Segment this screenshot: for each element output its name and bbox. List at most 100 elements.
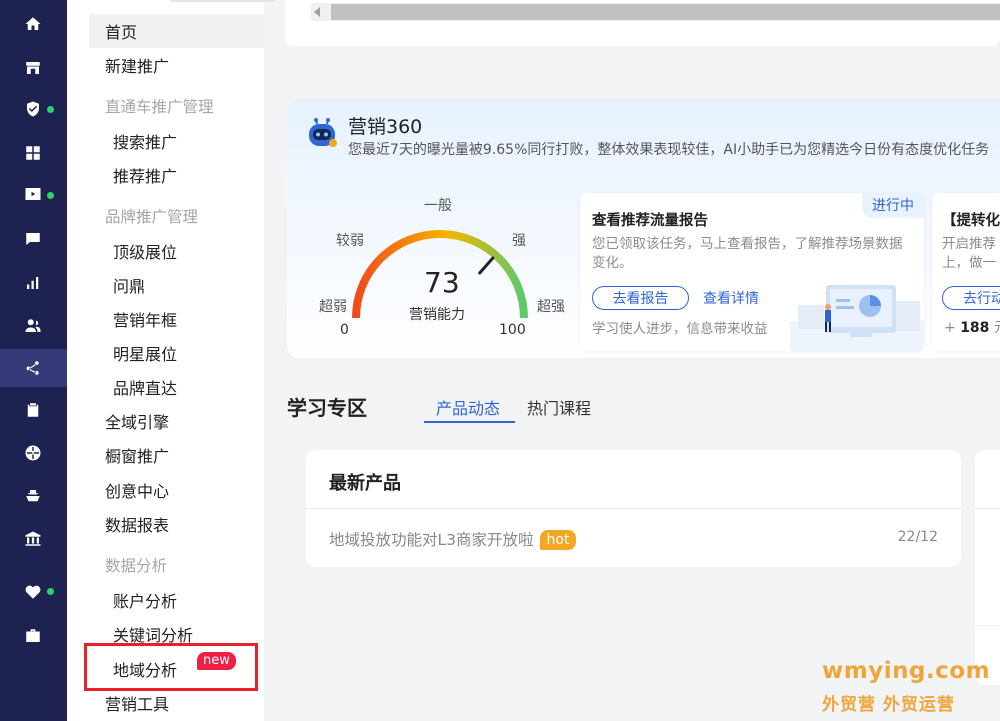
clipboard-icon[interactable] <box>22 399 44 421</box>
status-badge: 进行中 <box>862 193 924 218</box>
gauge-score: 73 <box>424 266 460 299</box>
menu-item-annual-frame[interactable]: 营销年框 <box>89 302 264 336</box>
menu-item-top-display[interactable]: 顶级展位 <box>89 234 264 268</box>
sub-menu: 首页 新建推广 直通车推广管理 搜索推广 推荐推广 品牌推广管理 顶级展位 问鼎… <box>67 0 275 721</box>
menu-top-edge <box>171 0 275 2</box>
robot-assistant-icon <box>309 118 337 147</box>
store-icon[interactable] <box>22 57 44 79</box>
product-news-item[interactable]: 地域投放功能对L3商家开放啦 hot <box>329 528 577 550</box>
menu-label: 推荐推广 <box>113 167 178 186</box>
reward-value: 188 <box>960 320 990 336</box>
menu-group-analysis: 数据分析 <box>89 548 264 582</box>
menu-label: 数据报表 <box>105 516 170 535</box>
marketing-360-title: 营销360 <box>348 116 423 138</box>
chat-icon[interactable] <box>22 228 44 250</box>
bar-chart-icon[interactable] <box>22 272 44 294</box>
menu-label: 橱窗推广 <box>105 447 170 466</box>
users-icon[interactable] <box>22 315 44 337</box>
home-icon[interactable] <box>22 13 44 35</box>
gauge-name: 营销能力 <box>409 307 465 323</box>
report-illustration <box>790 285 924 351</box>
menu-group-label: 品牌推广管理 <box>105 208 199 226</box>
task-card-conversion: 【提转化 开启推荐 上，做一 去行动 + 188 元 <box>932 193 1000 351</box>
menu-item-star-display[interactable]: 明星展位 <box>89 336 264 370</box>
notification-dot <box>47 588 54 595</box>
gauge-label-weak: 较弱 <box>336 233 364 249</box>
menu-label: 明星展位 <box>113 345 178 364</box>
menu-label: 新建推广 <box>105 57 170 76</box>
tab-product-news[interactable]: 产品动态 <box>436 395 500 419</box>
bank-icon[interactable] <box>22 528 44 550</box>
menu-item-creative-center[interactable]: 创意中心 <box>89 473 264 507</box>
menu-label: 问鼎 <box>113 277 146 296</box>
menu-item-account-analysis[interactable]: 账户分析 <box>89 583 264 617</box>
gauge-min: 0 <box>340 322 349 338</box>
menu-group-label: 直通车推广管理 <box>105 98 214 116</box>
divider <box>975 625 1000 626</box>
menu-item-recommend-promo[interactable]: 推荐推广 <box>89 158 264 192</box>
menu-group-ztc: 直通车推广管理 <box>89 89 264 123</box>
scroll-left-arrow-icon[interactable] <box>314 7 320 17</box>
menu-label: 全域引擎 <box>105 413 170 432</box>
notification-dot <box>47 106 54 113</box>
gauge-label-very-strong: 超强 <box>537 299 565 315</box>
reward-prefix: + <box>944 320 956 336</box>
reward-unit: 元 <box>994 320 1000 336</box>
menu-item-new-promo[interactable]: 新建推广 <box>89 48 264 82</box>
menu-item-showcase[interactable]: 橱窗推广 <box>89 438 264 472</box>
view-details-link[interactable]: 查看详情 <box>703 288 759 308</box>
watermark-url: wmying.com <box>822 658 991 684</box>
menu-item-data-report[interactable]: 数据报表 <box>89 507 264 541</box>
latest-products-card: 最新产品 地域投放功能对L3商家开放啦 hot 22/12 <box>306 450 961 567</box>
gauge-label-strong: 强 <box>512 233 526 249</box>
apps-icon[interactable] <box>22 142 44 164</box>
horizontal-scrollbar[interactable] <box>311 3 1000 21</box>
scrollbar-thumb[interactable] <box>331 4 1000 20</box>
menu-label: 首页 <box>105 23 138 42</box>
menu-label: 搜索推广 <box>113 133 178 152</box>
menu-item-brand-direct[interactable]: 品牌直达 <box>89 370 264 404</box>
menu-group-label: 数据分析 <box>105 557 168 575</box>
marketing-360-desc: 您最近7天的曝光量被9.65%同行打败，整体效果表现较佳，AI小助手已为您精选今… <box>348 142 990 158</box>
task-card-traffic-report: 查看推荐流量报告 进行中 您已领取该任务，马上查看报告，了解推荐场景数据变化。 … <box>580 193 924 351</box>
gauge-max: 100 <box>499 322 526 338</box>
tab-hot-courses[interactable]: 热门课程 <box>527 395 591 419</box>
menu-label: 品牌直达 <box>113 379 178 398</box>
learning-zone-title: 学习专区 <box>287 396 367 420</box>
menu-label: 营销年框 <box>113 311 178 330</box>
shield-check-icon[interactable] <box>22 98 44 120</box>
menu-label: 创意中心 <box>105 482 170 501</box>
share-icon[interactable] <box>22 357 44 379</box>
video-icon[interactable] <box>22 183 44 205</box>
globe-icon[interactable] <box>22 442 44 464</box>
side-card-partial <box>975 450 1000 685</box>
task-title: 【提转化 <box>942 213 1000 229</box>
briefcase-icon[interactable] <box>22 625 44 647</box>
card-title: 最新产品 <box>329 473 401 494</box>
view-report-button[interactable]: 去看报告 <box>592 286 689 310</box>
task-footer: 学习使人进步，信息带来收益 <box>592 321 768 337</box>
menu-label: 顶级展位 <box>113 243 178 262</box>
hot-badge: hot <box>539 530 577 550</box>
task-title: 查看推荐流量报告 <box>592 213 708 229</box>
task-reward: + 188 元 <box>944 317 1000 337</box>
icon-rail <box>0 0 67 721</box>
menu-label: 账户分析 <box>113 592 178 611</box>
gauge-label-average: 一般 <box>424 198 452 214</box>
news-text: 地域投放功能对L3商家开放啦 <box>329 531 534 549</box>
menu-item-wending[interactable]: 问鼎 <box>89 268 264 302</box>
menu-item-home[interactable]: 首页 <box>89 14 264 48</box>
take-action-button[interactable]: 去行动 <box>942 286 1000 310</box>
menu-group-brand: 品牌推广管理 <box>89 199 264 233</box>
news-date: 22/12 <box>897 529 938 545</box>
menu-item-search-promo[interactable]: 搜索推广 <box>89 124 264 158</box>
active-tab-indicator <box>424 421 515 423</box>
menu-label: 营销工具 <box>105 695 170 714</box>
menu-item-marketing-tools[interactable]: 营销工具 <box>89 686 264 720</box>
heart-icon[interactable] <box>22 581 44 603</box>
task-desc-line1: 开启推荐 <box>942 236 996 252</box>
menu-item-full-domain[interactable]: 全域引擎 <box>89 404 264 438</box>
ship-icon[interactable] <box>22 485 44 507</box>
task-desc-line2: 上，做一 <box>942 255 996 271</box>
notification-dot <box>47 192 54 199</box>
